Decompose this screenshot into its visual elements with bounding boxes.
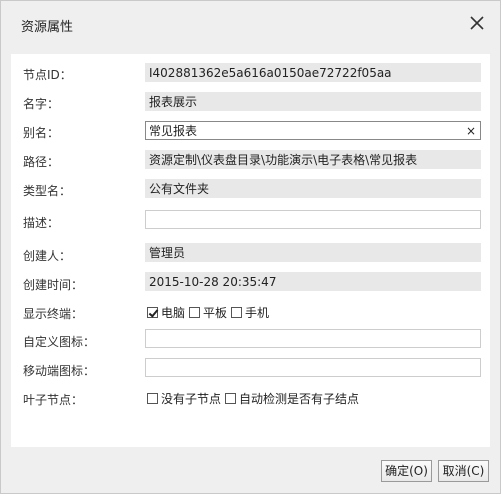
- resource-properties-dialog: 资源属性 节点ID： I402881362e5a616a0150ae72722f…: [0, 0, 501, 494]
- display-terminal-options: 电脑 平板 手机: [147, 304, 273, 321]
- tablet-label: 平板: [203, 306, 228, 320]
- phone-label: 手机: [245, 306, 270, 320]
- row-creator: 创建人： 管理员: [11, 243, 490, 265]
- type-name-label: 类型名：: [23, 184, 72, 198]
- name-field: 报表展示: [145, 92, 481, 111]
- creator-field: 管理员: [145, 243, 481, 262]
- path-label: 路径：: [23, 155, 60, 169]
- name-label: 名字：: [23, 97, 60, 111]
- row-leaf-node: 叶子节点： 没有子节点 自动检测是否有子结点: [11, 387, 490, 409]
- row-mobile-icon: 移动端图标：: [11, 358, 490, 380]
- description-label: 描述：: [23, 216, 60, 230]
- phone-checkbox[interactable]: [231, 307, 243, 318]
- pc-checkbox[interactable]: [147, 307, 158, 318]
- no-children-checkbox[interactable]: [147, 393, 158, 404]
- auto-detect-checkbox[interactable]: [225, 393, 237, 404]
- row-display-terminal: 显示终端： 电脑 平板 手机: [11, 301, 490, 323]
- pc-label: 电脑: [161, 306, 186, 320]
- node-id-field: I402881362e5a616a0150ae72722f05aa: [145, 63, 481, 82]
- dialog-title: 资源属性: [21, 20, 74, 35]
- row-description: 描述：: [11, 210, 490, 232]
- close-icon[interactable]: [468, 14, 486, 32]
- custom-icon-input[interactable]: [145, 329, 481, 348]
- auto-detect-label: 自动检测是否有子结点: [239, 392, 360, 406]
- mobile-icon-label: 移动端图标：: [23, 364, 96, 378]
- row-custom-icon: 自定义图标：: [11, 329, 490, 351]
- no-children-label: 没有子节点: [161, 392, 222, 406]
- row-name: 名字： 报表展示: [11, 91, 490, 113]
- row-path: 路径： 资源定制\仪表盘目录\功能演示\电子表格\常见报表: [11, 149, 490, 171]
- row-node-id: 节点ID： I402881362e5a616a0150ae72722f05aa: [11, 62, 490, 84]
- description-input[interactable]: [145, 210, 481, 229]
- tablet-checkbox[interactable]: [189, 307, 201, 318]
- row-created-time: 创建时间： 2015-10-28 20:35:47: [11, 272, 490, 294]
- custom-icon-label: 自定义图标：: [23, 335, 96, 349]
- creator-label: 创建人：: [23, 249, 72, 263]
- dialog-titlebar: 资源属性: [1, 1, 500, 45]
- ok-button[interactable]: 确定(O): [381, 460, 432, 482]
- cancel-button[interactable]: 取消(C): [438, 460, 489, 482]
- display-terminal-label: 显示终端：: [23, 307, 84, 321]
- properties-panel: 节点ID： I402881362e5a616a0150ae72722f05aa …: [11, 54, 490, 447]
- created-time-field: 2015-10-28 20:35:47: [145, 272, 481, 291]
- leaf-node-label: 叶子节点：: [23, 393, 84, 407]
- created-time-label: 创建时间：: [23, 278, 84, 292]
- row-type-name: 类型名： 公有文件夹: [11, 178, 490, 200]
- path-field: 资源定制\仪表盘目录\功能演示\电子表格\常见报表: [145, 150, 481, 169]
- alias-value: 常见报表: [149, 124, 198, 138]
- mobile-icon-input[interactable]: [145, 358, 481, 377]
- node-id-label: 节点ID：: [23, 68, 72, 82]
- clear-icon[interactable]: ×: [466, 122, 476, 139]
- alias-label: 别名：: [23, 126, 60, 140]
- type-name-field: 公有文件夹: [145, 179, 481, 198]
- alias-input[interactable]: 常见报表 ×: [145, 121, 481, 140]
- row-alias: 别名： 常见报表 ×: [11, 120, 490, 142]
- leaf-node-options: 没有子节点 自动检测是否有子结点: [147, 390, 363, 407]
